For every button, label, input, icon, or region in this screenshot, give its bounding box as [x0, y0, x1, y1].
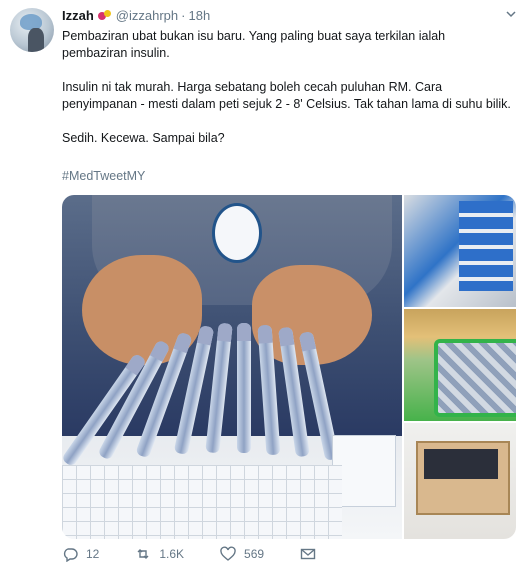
photo-grid-paper: [62, 465, 342, 539]
reply-icon: [63, 548, 78, 562]
avatar-figure-graphic: [28, 28, 44, 52]
reply-count: 12: [86, 547, 100, 561]
mail-icon: [300, 548, 316, 560]
pill-emoji-icon: [97, 9, 112, 22]
media-photo-insulin-pens[interactable]: [62, 195, 402, 539]
like-button[interactable]: 569: [220, 546, 264, 562]
retweet-count: 1.6K: [159, 547, 185, 561]
media-photo-green-basket[interactable]: [404, 309, 516, 421]
tweet-paragraph: Insulin ni tak murah. Harga sebatang bol…: [62, 80, 511, 111]
photo-badge-logo: [212, 203, 262, 263]
chevron-down-icon[interactable]: [506, 10, 516, 18]
avatar[interactable]: [10, 8, 54, 52]
author-handle[interactable]: @izzahrph: [116, 8, 178, 23]
tweet-paragraph: Sedih. Kecewa. Sampai bila?: [62, 131, 225, 145]
photo-boxes: [459, 201, 513, 291]
media-photo-medicine-boxes[interactable]: [404, 195, 516, 307]
retweet-button[interactable]: 1.6K: [135, 546, 184, 562]
message-button[interactable]: [300, 546, 324, 562]
media-photo-cardboard-box[interactable]: [404, 423, 516, 539]
separator-dot: ·: [181, 8, 186, 23]
photo-box-contents: [424, 449, 498, 479]
author-name[interactable]: Izzah: [62, 8, 94, 23]
tweet-text: Pembaziran ubat bukan isu baru. Yang pal…: [62, 28, 512, 164]
tweet-paragraph: Pembaziran ubat bukan isu baru. Yang pal…: [62, 29, 449, 60]
retweet-icon: [137, 549, 149, 559]
heart-icon: [220, 546, 236, 561]
photo-basket: [434, 339, 516, 417]
tweet-header: Izzah @izzahrph · 18h: [62, 8, 210, 23]
tweet-media-grid: [62, 195, 516, 539]
tweet-actions: 12 1.6K 569: [62, 546, 360, 562]
reply-button[interactable]: 12: [62, 546, 99, 562]
tweet-timestamp[interactable]: 18h: [188, 8, 210, 23]
like-count: 569: [244, 547, 265, 561]
hashtag-link[interactable]: #MedTweetMY: [62, 169, 145, 183]
